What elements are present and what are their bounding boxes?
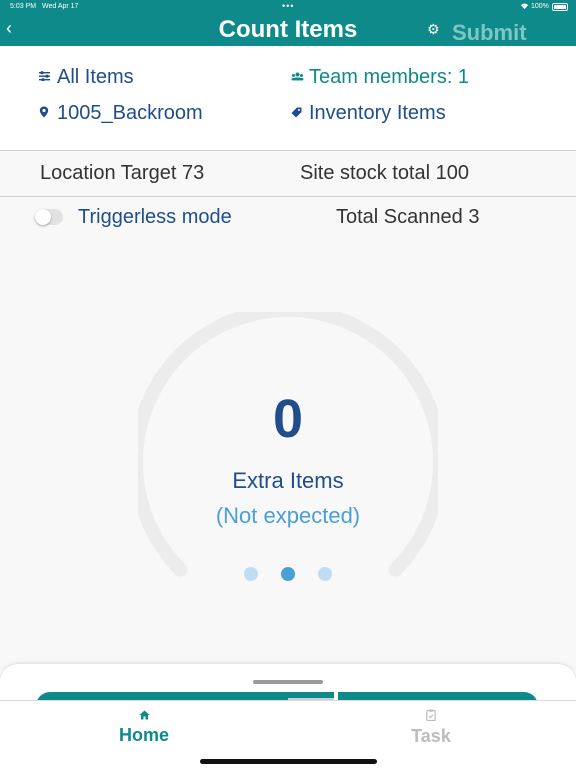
site-stock-total: Site stock total 100 xyxy=(300,162,469,184)
sliders-icon xyxy=(39,71,53,84)
home-icon xyxy=(94,709,194,723)
toggle-knob xyxy=(35,209,51,225)
total-scanned: Total Scanned 3 xyxy=(336,206,480,228)
clipboard-icon xyxy=(381,709,481,724)
location-label: 1005_Backroom xyxy=(57,102,203,124)
tab-task[interactable]: Task xyxy=(381,709,481,747)
extra-items-count: 0 xyxy=(272,389,304,449)
team-members-label: Team members: 1 xyxy=(309,66,470,88)
wifi-icon xyxy=(520,2,529,12)
battery-percent: 100% xyxy=(531,3,549,10)
triggerless-toggle[interactable] xyxy=(35,209,63,225)
status-time: 5:03 PM xyxy=(10,3,37,10)
status-bar: 5:03 PM Wed Apr 17 ••• 100% xyxy=(0,0,576,14)
sheet-secondary-button[interactable] xyxy=(338,692,538,700)
multitasking-dots-icon[interactable]: ••• xyxy=(282,1,294,11)
stats-row: Location Target 73 Site stock total 100 xyxy=(0,151,576,196)
page-dot-1[interactable] xyxy=(244,567,258,581)
app-bar: ‹ Count Items ⚙ Submit xyxy=(0,14,576,46)
page-dot-2-active[interactable] xyxy=(281,567,295,581)
drag-handle[interactable] xyxy=(253,680,323,684)
inventory-items-label: Inventory Items xyxy=(309,102,446,124)
filter-panel: All Items Team members: 1 1005_Backroom … xyxy=(0,46,576,150)
location-filter[interactable]: 1005_Backroom xyxy=(39,102,203,125)
tab-task-label: Task xyxy=(411,726,451,746)
triggerless-mode-label: Triggerless mode xyxy=(78,206,232,228)
location-pin-icon xyxy=(39,106,53,121)
extra-items-label: Extra Items xyxy=(232,468,344,493)
tab-bar: Home Task xyxy=(0,700,576,768)
divider xyxy=(0,196,576,197)
team-members-filter[interactable]: Team members: 1 xyxy=(291,66,469,89)
people-icon xyxy=(291,72,305,84)
not-expected-label: (Not expected) xyxy=(215,503,361,528)
home-indicator xyxy=(200,759,377,764)
inventory-items-filter[interactable]: Inventory Items xyxy=(291,102,446,125)
tag-icon xyxy=(291,107,305,121)
tab-home-label: Home xyxy=(118,725,169,745)
sheet-primary-button[interactable] xyxy=(36,692,334,700)
all-items-filter[interactable]: All Items xyxy=(39,66,134,89)
tab-home[interactable]: Home xyxy=(94,709,194,746)
location-target: Location Target 73 xyxy=(40,162,205,184)
all-items-label: All Items xyxy=(57,66,134,88)
battery-icon xyxy=(552,3,568,11)
gear-icon[interactable]: ⚙ xyxy=(427,21,440,38)
status-date: Wed Apr 17 xyxy=(42,3,79,10)
submit-button[interactable]: Submit xyxy=(452,20,527,46)
page-dot-3[interactable] xyxy=(318,567,332,581)
bottom-sheet xyxy=(0,664,576,700)
